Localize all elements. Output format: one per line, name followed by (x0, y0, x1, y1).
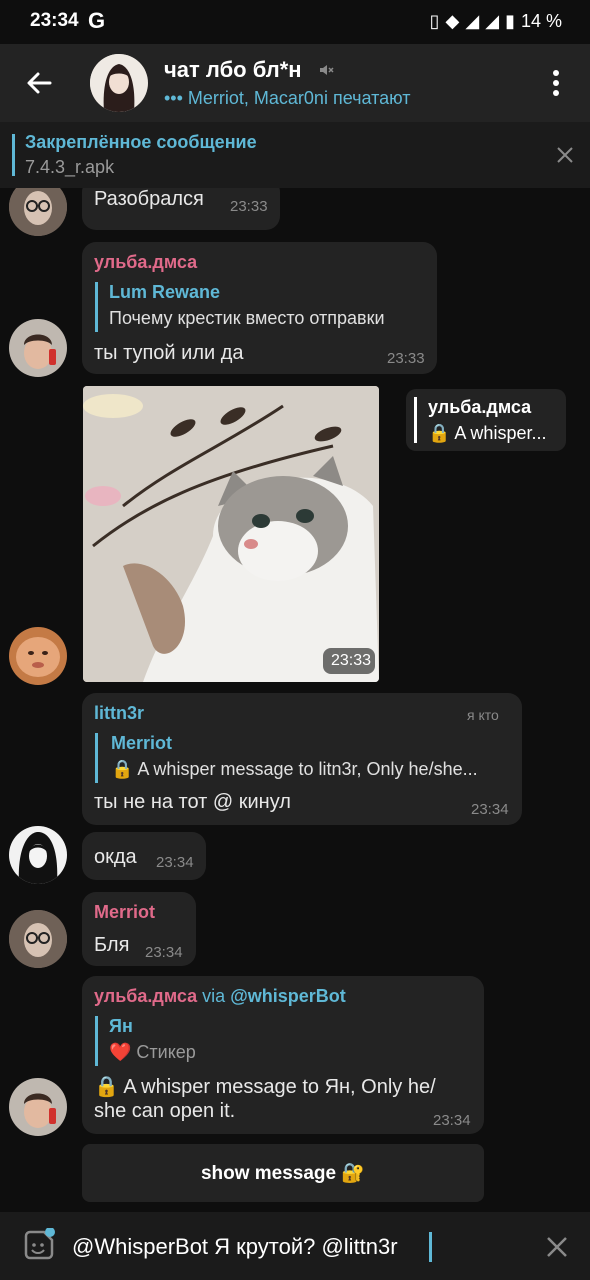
reply-text[interactable]: Почему крестик вместо отправки (109, 308, 385, 329)
message-text: окда (94, 846, 137, 868)
battery-level: 14 % (520, 11, 562, 31)
google-icon: G (88, 8, 106, 33)
status-bar: 23:34 G ▯ ◆ ◢ ◢ ▮ 14 % (0, 0, 590, 44)
avatar[interactable] (9, 627, 67, 685)
bot-username[interactable]: @whisperBot (230, 986, 346, 1006)
reply-accent-bar (95, 1016, 98, 1066)
reply-accent-bar (95, 733, 98, 783)
show-message-label: show message 🔐 (200, 1163, 366, 1184)
photo-message[interactable]: 23:33 (83, 386, 379, 682)
avatar[interactable] (9, 1078, 67, 1136)
message-time: 23:34 (156, 854, 194, 871)
status-icons: ▯ ◆ ◢ ◢ ▮ 14 % (430, 11, 562, 32)
message-bubble[interactable]: ульба.дмса via @whisperBot Ян ❤️ Стикер … (82, 976, 484, 1134)
wifi-icon: ◆ (445, 11, 460, 31)
reply-text: 🔒 A whisper... (428, 423, 547, 443)
mute-icon (320, 65, 334, 75)
chat-avatar[interactable] (90, 54, 148, 112)
message-input-bar: @WhisperBot Я крутой? @littn3r (0, 1212, 590, 1280)
text-cursor (429, 1232, 432, 1262)
message-bubble[interactable]: Merriot Бля 23:34 (82, 892, 196, 966)
avatar[interactable] (9, 826, 67, 884)
reply-text[interactable]: ❤️ Стикер (109, 1042, 196, 1063)
message-bubble[interactable]: littn3r я кто Merriot 🔒 A whisper messag… (82, 693, 522, 825)
message-time: 23:34 (471, 801, 509, 818)
reply-name[interactable]: Merriot (111, 733, 172, 754)
message-text: ты тупой или да (94, 342, 244, 364)
signal-icon-2: ◢ (485, 11, 500, 31)
pinned-text: 7.4.3_r.apk (25, 157, 115, 177)
typing-indicator: ••• Merriot, Macar0ni печатают (164, 88, 411, 108)
message-time: 23:34 (145, 944, 183, 961)
avatar[interactable] (9, 910, 67, 968)
cat-image (83, 386, 379, 682)
via-label: via (202, 986, 226, 1006)
close-icon[interactable] (556, 146, 574, 164)
reply-name[interactable]: Lum Rewane (109, 282, 220, 303)
avatar[interactable] (9, 319, 67, 377)
message-text-line2: she can open it. (94, 1100, 236, 1122)
message-input[interactable]: @WhisperBot Я крутой? @littn3r (72, 1234, 398, 1260)
sender-name[interactable]: ульба.дмса (94, 252, 197, 273)
message-time: 23:33 (387, 350, 425, 367)
reply-text[interactable]: 🔒 A whisper message to litn3r, Only he/s… (111, 759, 478, 780)
sender-name[interactable]: ульба.дмса (94, 986, 197, 1006)
reply-accent-bar (95, 282, 98, 332)
sender-name[interactable]: Merriot (94, 902, 155, 923)
message-bubble[interactable]: окда 23:34 (82, 832, 206, 880)
show-message-button[interactable]: show message 🔐 (82, 1144, 484, 1202)
chat-title[interactable]: чат лбо бл*н (164, 57, 302, 83)
pinned-title: Закреплённое сообщение (25, 132, 257, 152)
sender-line: ульба.дмса via @whisperBot (94, 986, 346, 1007)
vibrate-icon: ▯ (429, 11, 440, 31)
message-text: Бля (94, 934, 130, 956)
close-icon[interactable] (546, 1236, 568, 1258)
image-time: 23:33 (331, 652, 372, 669)
back-arrow-icon[interactable] (22, 66, 56, 100)
signal-icon: ◢ (465, 11, 480, 31)
status-time: 23:34 (30, 10, 79, 31)
message-text: Разобрался (94, 188, 204, 210)
reply-preview-bubble[interactable]: ульба.дмса 🔒 A whisper... (406, 389, 566, 451)
message-list[interactable]: Разобрался 23:33 ульба.дмса Lum Rewane П… (0, 188, 590, 1212)
sender-name[interactable]: littn3r (94, 703, 144, 724)
avatar[interactable] (9, 188, 67, 236)
reply-name[interactable]: Ян (109, 1016, 133, 1037)
pinned-accent-bar (12, 134, 15, 176)
message-time: 23:33 (230, 198, 268, 215)
chat-header: чат лбо бл*н ••• Merriot, Macar0ni печат… (0, 44, 590, 122)
more-options-icon[interactable] (546, 66, 566, 100)
admin-tag: я кто (467, 707, 499, 723)
message-time: 23:34 (433, 1112, 471, 1129)
message-bubble[interactable]: ульба.дмса Lum Rewane Почему крестик вме… (82, 242, 437, 374)
reply-accent-bar (414, 397, 417, 443)
message-text-line1: 🔒 A whisper message to Ян, Only he/ (94, 1076, 436, 1098)
message-text: ты не на тот @ кинул (94, 791, 291, 813)
message-bubble[interactable]: Разобрался 23:33 (82, 188, 280, 230)
reply-name: ульба.дмса (428, 397, 532, 417)
sticker-icon[interactable] (20, 1228, 56, 1264)
battery-icon: ▮ (505, 11, 515, 31)
pinned-message-bar[interactable]: Закреплённое сообщение 7.4.3_r.apk (0, 122, 590, 188)
